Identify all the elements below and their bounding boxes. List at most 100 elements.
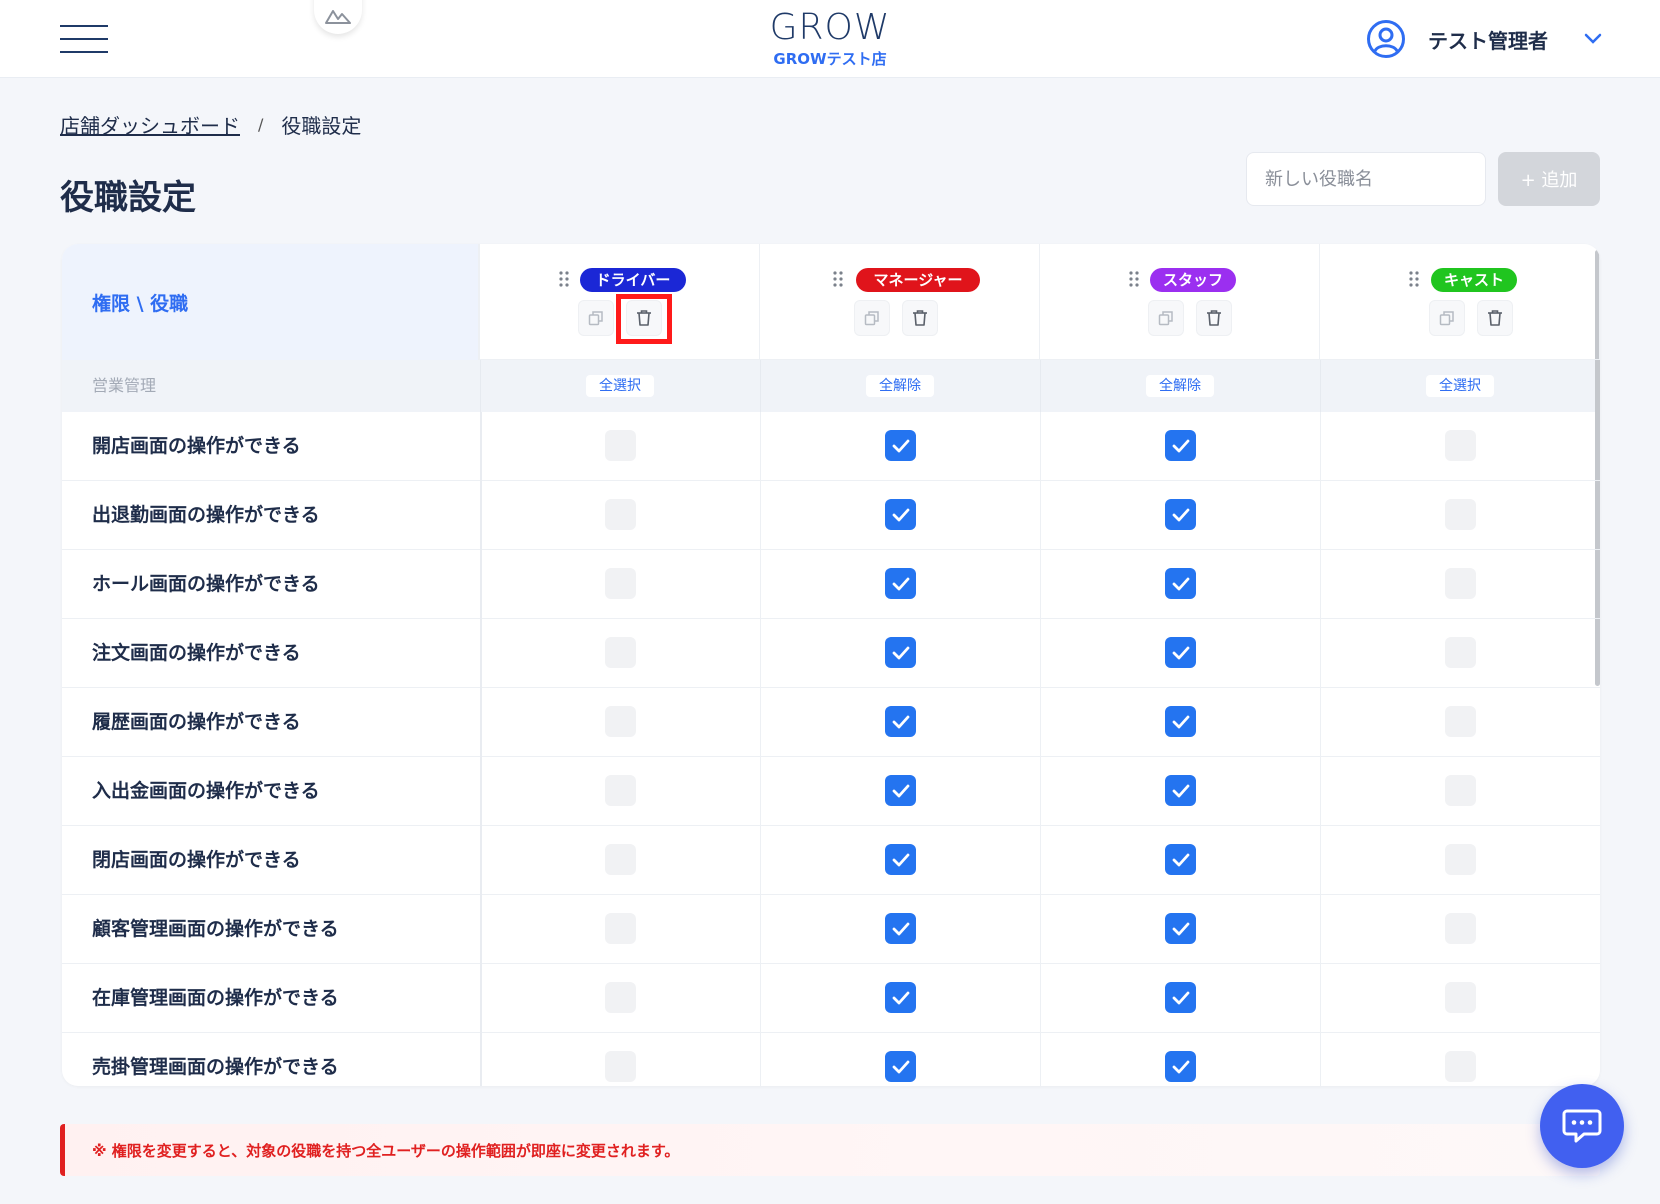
- permission-label: 開店画面の操作ができる: [92, 435, 301, 457]
- copy-role-button[interactable]: [1429, 300, 1465, 336]
- column-divider: [1040, 757, 1041, 826]
- permission-checkbox[interactable]: [605, 982, 636, 1013]
- permission-checkbox[interactable]: [1445, 430, 1476, 461]
- warning-text: ※ 権限を変更すると、対象の役職を持つ全ユーザーの操作範囲が即座に変更されます。: [92, 1141, 680, 1160]
- toggle-all-button[interactable]: 全解除: [866, 375, 934, 397]
- delete-role-button[interactable]: [626, 300, 662, 336]
- column-divider: [480, 964, 482, 1033]
- permission-checkbox[interactable]: [1165, 499, 1196, 530]
- permission-label: 在庫管理画面の操作ができる: [92, 987, 339, 1009]
- column-divider: [760, 619, 761, 688]
- permission-checkbox[interactable]: [1445, 775, 1476, 806]
- column-divider: [480, 688, 482, 757]
- permission-checkbox[interactable]: [885, 637, 916, 668]
- permission-checkbox[interactable]: [885, 982, 916, 1013]
- permission-checkbox[interactable]: [605, 706, 636, 737]
- delete-role-button[interactable]: [1196, 300, 1232, 336]
- check-icon: [892, 784, 910, 798]
- column-divider: [1040, 481, 1041, 550]
- permission-checkbox[interactable]: [885, 913, 916, 944]
- delete-role-button[interactable]: [1477, 300, 1513, 336]
- permission-checkbox[interactable]: [1165, 775, 1196, 806]
- permission-checkbox[interactable]: [1165, 637, 1196, 668]
- permission-checkbox[interactable]: [1165, 568, 1196, 599]
- permission-checkbox[interactable]: [885, 430, 916, 461]
- permission-checkbox[interactable]: [1165, 706, 1196, 737]
- check-icon: [1172, 784, 1190, 798]
- check-icon: [892, 577, 910, 591]
- permission-checkbox[interactable]: [1445, 499, 1476, 530]
- role-badge[interactable]: スタッフ: [1150, 268, 1236, 292]
- permission-checkbox[interactable]: [1445, 1051, 1476, 1082]
- drag-handle-icon[interactable]: [832, 270, 844, 288]
- column-divider: [1040, 619, 1041, 688]
- permission-checkbox[interactable]: [605, 637, 636, 668]
- column-divider: [1040, 826, 1041, 895]
- column-divider: [480, 826, 482, 895]
- drag-handle-icon[interactable]: [1408, 270, 1420, 288]
- copy-role-button[interactable]: [1148, 300, 1184, 336]
- table-row: 売掛管理画面の操作ができる: [62, 1033, 1600, 1086]
- column-divider: [1040, 964, 1041, 1033]
- copy-role-button[interactable]: [578, 300, 614, 336]
- breadcrumb-link-dashboard[interactable]: 店舗ダッシュボード: [60, 110, 240, 139]
- permission-checkbox[interactable]: [605, 1051, 636, 1082]
- permission-label: 閉店画面の操作ができる: [92, 849, 301, 871]
- permission-checkbox[interactable]: [885, 568, 916, 599]
- table-row: 履歴画面の操作ができる: [62, 688, 1600, 757]
- permission-checkbox[interactable]: [1445, 637, 1476, 668]
- new-role-input[interactable]: [1246, 152, 1486, 206]
- sidebar-toggle-tab[interactable]: [314, 0, 362, 34]
- permission-checkbox[interactable]: [1165, 1051, 1196, 1082]
- chat-button[interactable]: [1540, 1084, 1624, 1168]
- check-icon: [892, 715, 910, 729]
- toggle-all-button[interactable]: 全選択: [1426, 375, 1494, 397]
- check-icon: [892, 439, 910, 453]
- delete-role-button[interactable]: [902, 300, 938, 336]
- add-role-button[interactable]: + 追加: [1498, 152, 1600, 206]
- toggle-all-button[interactable]: 全解除: [1146, 375, 1214, 397]
- user-menu[interactable]: テスト管理者: [1366, 18, 1602, 60]
- permission-checkbox[interactable]: [1445, 982, 1476, 1013]
- check-icon: [1172, 646, 1190, 660]
- permission-checkbox[interactable]: [1165, 913, 1196, 944]
- permission-checkbox[interactable]: [605, 568, 636, 599]
- permission-checkbox[interactable]: [885, 775, 916, 806]
- role-badge[interactable]: ドライバー: [580, 268, 686, 292]
- permission-checkbox[interactable]: [605, 430, 636, 461]
- permission-checkbox[interactable]: [605, 913, 636, 944]
- permission-checkbox[interactable]: [885, 844, 916, 875]
- permission-checkbox[interactable]: [1445, 844, 1476, 875]
- permission-checkbox[interactable]: [1445, 568, 1476, 599]
- permission-checkbox[interactable]: [885, 1051, 916, 1082]
- drag-handle-icon[interactable]: [558, 270, 570, 288]
- column-divider: [1320, 360, 1321, 412]
- role-badge[interactable]: キャスト: [1431, 268, 1517, 292]
- permission-checkbox[interactable]: [1445, 913, 1476, 944]
- permission-checkbox[interactable]: [1165, 430, 1196, 461]
- check-icon: [892, 1060, 910, 1074]
- column-divider: [1320, 757, 1321, 826]
- permission-checkbox[interactable]: [605, 844, 636, 875]
- permission-checkbox[interactable]: [605, 499, 636, 530]
- check-icon: [892, 646, 910, 660]
- column-divider: [1040, 688, 1041, 757]
- chevron-down-icon[interactable]: [1584, 33, 1602, 45]
- column-divider: [480, 360, 481, 412]
- table-row: 顧客管理画面の操作ができる: [62, 895, 1600, 964]
- role-badge[interactable]: マネージャー: [856, 268, 980, 292]
- hamburger-menu-icon[interactable]: [60, 25, 108, 53]
- trash-icon: [912, 309, 928, 327]
- toggle-all-button[interactable]: 全選択: [586, 375, 654, 397]
- permission-checkbox[interactable]: [605, 775, 636, 806]
- copy-icon: [588, 310, 604, 326]
- permission-checkbox[interactable]: [1445, 706, 1476, 737]
- permission-checkbox[interactable]: [1165, 982, 1196, 1013]
- chat-bubble-icon: [1562, 1109, 1602, 1143]
- permission-checkbox[interactable]: [885, 706, 916, 737]
- copy-role-button[interactable]: [854, 300, 890, 336]
- drag-handle-icon[interactable]: [1128, 270, 1140, 288]
- permission-checkbox[interactable]: [885, 499, 916, 530]
- permission-checkbox[interactable]: [1165, 844, 1196, 875]
- role-column-header: スタッフ: [1040, 244, 1320, 360]
